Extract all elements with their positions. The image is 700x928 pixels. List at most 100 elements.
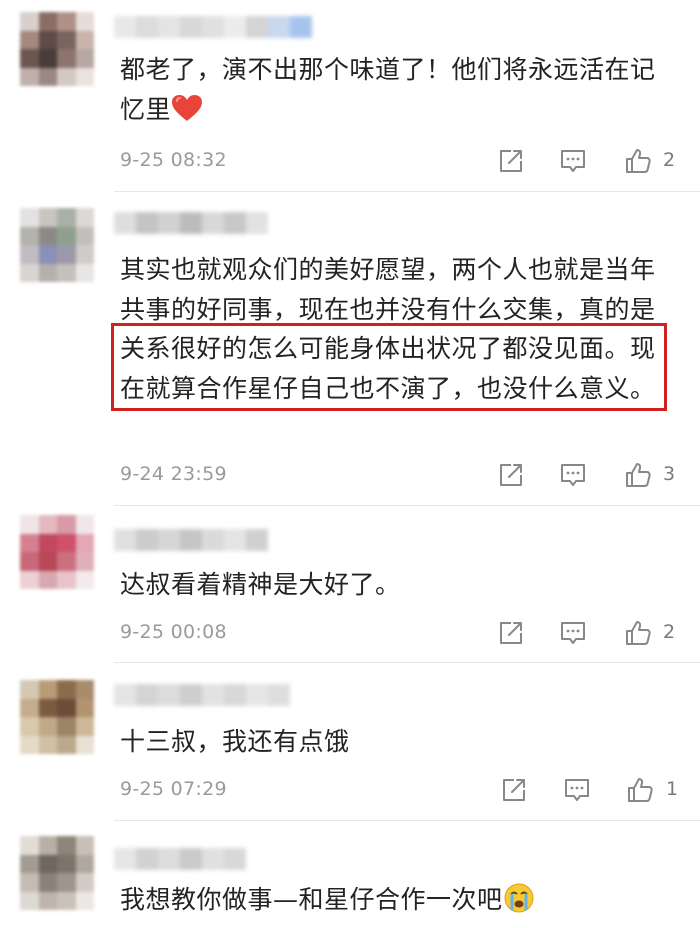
comment-text: 十三叔，我还有点饿	[120, 727, 350, 756]
username[interactable]	[114, 684, 290, 710]
username-pixel	[114, 529, 136, 551]
avatar-pixel	[20, 836, 39, 855]
avatar-pixel	[75, 226, 94, 245]
avatar-pixel	[20, 552, 39, 571]
reply-icon[interactable]	[559, 619, 587, 647]
avatar-pixel	[38, 49, 57, 68]
username-pixel	[290, 16, 312, 38]
username-pixel	[158, 848, 180, 870]
avatar-pixel	[75, 717, 94, 736]
avatar[interactable]	[20, 12, 94, 86]
username-pixel	[202, 684, 224, 706]
username-pixel	[136, 16, 158, 38]
avatar-pixel	[75, 698, 94, 717]
divider	[114, 820, 700, 821]
comment-meta: 9-24 23:59 3	[120, 461, 680, 491]
avatar-pixel	[38, 263, 57, 282]
avatar-pixel	[75, 67, 94, 86]
username-pixel	[268, 684, 290, 706]
username[interactable]	[114, 848, 246, 874]
username-pixel	[224, 848, 246, 870]
username-pixel	[202, 16, 224, 38]
username[interactable]	[114, 529, 268, 555]
username-pixel	[158, 16, 180, 38]
username-pixel	[224, 684, 246, 706]
avatar[interactable]	[20, 208, 94, 282]
username-pixel	[246, 684, 268, 706]
avatar-pixel	[38, 515, 57, 534]
comment-meta: 9-25 08:32 2	[120, 147, 680, 177]
avatar-pixel	[38, 67, 57, 86]
reply-icon[interactable]	[559, 147, 587, 175]
avatar-pixel	[75, 515, 94, 534]
avatar-pixel	[75, 891, 94, 910]
heart-emoji-icon	[171, 94, 203, 134]
avatar-pixel	[57, 67, 76, 86]
username-pixel	[136, 212, 158, 234]
avatar-pixel	[57, 717, 76, 736]
avatar-pixel	[38, 891, 57, 910]
avatar[interactable]	[20, 680, 94, 754]
like-icon[interactable]	[626, 776, 654, 804]
avatar-pixel	[57, 552, 76, 571]
avatar-pixel	[38, 854, 57, 873]
comment-meta: 9-25 07:29 1	[120, 776, 680, 806]
username-pixel	[136, 529, 158, 551]
share-icon[interactable]	[500, 776, 528, 804]
avatar-pixel	[20, 49, 39, 68]
username-pixel	[114, 212, 136, 234]
avatar-pixel	[38, 552, 57, 571]
username-pixel	[158, 529, 180, 551]
avatar-pixel	[75, 570, 94, 589]
avatar-pixel	[38, 873, 57, 892]
avatar-pixel	[20, 717, 39, 736]
divider	[114, 191, 700, 192]
avatar-pixel	[57, 208, 76, 227]
avatar[interactable]	[20, 515, 94, 589]
share-icon[interactable]	[497, 619, 525, 647]
avatar-pixel	[57, 854, 76, 873]
username-pixel	[114, 16, 136, 38]
avatar-pixel	[75, 12, 94, 31]
avatar-pixel	[57, 873, 76, 892]
avatar-pixel	[57, 891, 76, 910]
like-icon[interactable]	[624, 147, 652, 175]
avatar-pixel	[20, 515, 39, 534]
avatar-pixel	[57, 263, 76, 282]
like-icon[interactable]	[624, 461, 652, 489]
avatar-pixel	[75, 873, 94, 892]
share-icon[interactable]	[497, 147, 525, 175]
reply-icon[interactable]	[559, 461, 587, 489]
comment-time: 9-25 00:08	[120, 621, 227, 643]
avatar-pixel	[57, 680, 76, 699]
username[interactable]	[114, 16, 312, 42]
avatar-pixel	[20, 680, 39, 699]
avatar-pixel	[57, 836, 76, 855]
avatar-pixel	[38, 30, 57, 49]
divider	[114, 662, 700, 663]
avatar-pixel	[57, 30, 76, 49]
avatar[interactable]	[20, 836, 94, 910]
avatar-pixel	[20, 208, 39, 227]
avatar-pixel	[20, 533, 39, 552]
share-icon[interactable]	[497, 461, 525, 489]
avatar-pixel	[38, 680, 57, 699]
comment-time: 9-24 23:59	[120, 463, 227, 485]
avatar-pixel	[38, 226, 57, 245]
crying-emoji-icon	[503, 882, 535, 926]
highlight-box	[111, 323, 667, 411]
username-pixel	[246, 16, 268, 38]
username-pixel	[180, 16, 202, 38]
username-pixel	[136, 848, 158, 870]
avatar-pixel	[57, 515, 76, 534]
avatar-pixel	[20, 698, 39, 717]
avatar-pixel	[20, 67, 39, 86]
username-pixel	[114, 848, 136, 870]
username-pixel	[180, 529, 202, 551]
username-pixel	[246, 529, 268, 551]
avatar-pixel	[20, 873, 39, 892]
like-icon[interactable]	[624, 619, 652, 647]
avatar-pixel	[75, 30, 94, 49]
comment-meta: 9-25 00:08 2	[120, 619, 680, 649]
reply-icon[interactable]	[563, 776, 591, 804]
